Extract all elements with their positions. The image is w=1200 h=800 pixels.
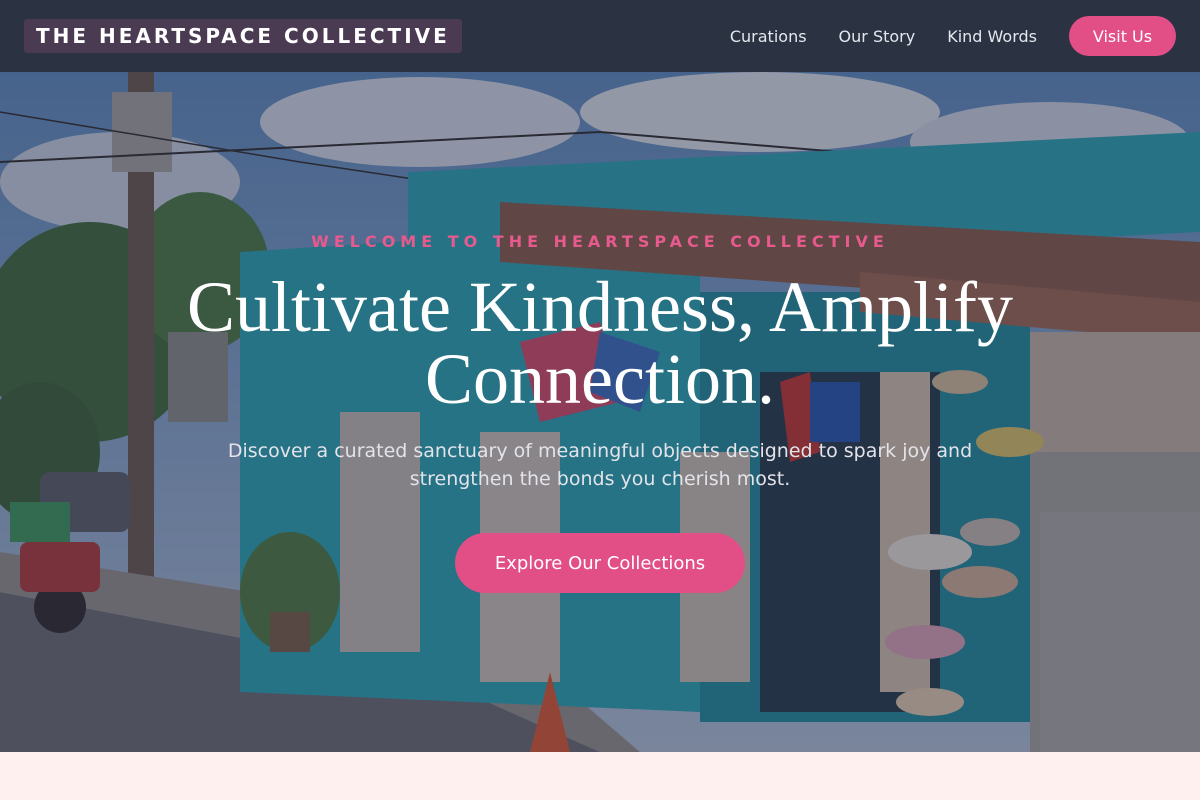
hero-content: WELCOME TO THE HEARTSPACE COLLECTIVE Cul…	[0, 72, 1200, 752]
hero-section: WELCOME TO THE HEARTSPACE COLLECTIVE Cul…	[0, 72, 1200, 752]
site-logo[interactable]: THE HEARTSPACE COLLECTIVE	[24, 19, 462, 53]
next-section	[0, 752, 1200, 800]
nav-link-curations[interactable]: Curations	[730, 27, 807, 46]
visit-us-button[interactable]: Visit Us	[1069, 16, 1176, 56]
hero-eyebrow: WELCOME TO THE HEARTSPACE COLLECTIVE	[311, 232, 889, 251]
explore-collections-button[interactable]: Explore Our Collections	[455, 533, 745, 593]
main-nav: Curations Our Story Kind Words Visit Us	[698, 16, 1176, 56]
nav-link-kind-words[interactable]: Kind Words	[947, 27, 1037, 46]
hero-subtext: Discover a curated sanctuary of meaningf…	[227, 440, 973, 490]
site-header: THE HEARTSPACE COLLECTIVE Curations Our …	[0, 0, 1200, 72]
nav-link-our-story[interactable]: Our Story	[839, 27, 916, 46]
hero-headline: Cultivate Kindness, Amplify Connection.	[187, 267, 1013, 419]
